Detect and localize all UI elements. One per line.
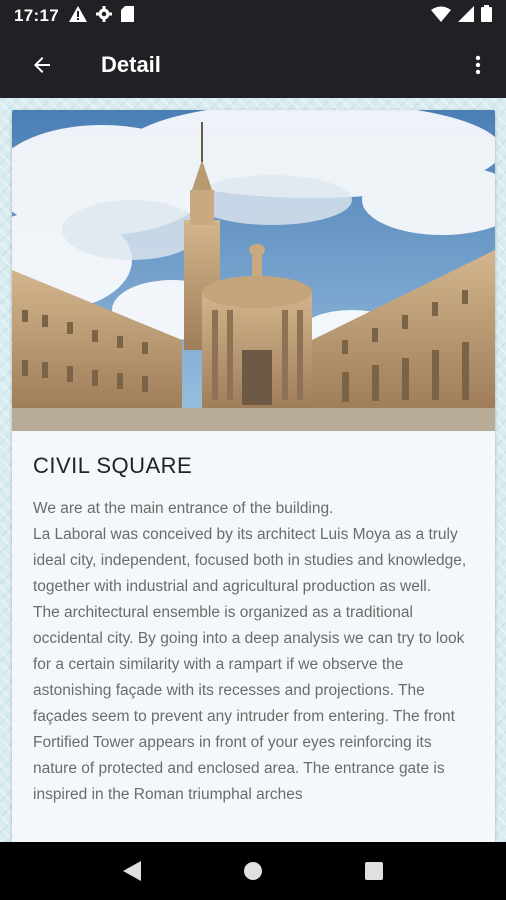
status-left-icons — [68, 5, 134, 27]
overflow-menu-button[interactable] — [456, 37, 500, 93]
detail-card: CIVIL SQUARE We are at the main entrance… — [12, 110, 495, 842]
warning-icon — [68, 5, 87, 27]
nav-recents-button[interactable] — [352, 849, 396, 893]
status-right-icons — [431, 5, 492, 27]
nav-back-button[interactable] — [110, 849, 154, 893]
signal-icon — [458, 5, 474, 27]
detail-paragraph: We are at the main entrance of the build… — [33, 500, 334, 517]
system-nav-bar — [0, 842, 506, 900]
detail-title: CIVIL SQUARE — [33, 453, 193, 478]
back-triangle-icon — [123, 861, 142, 881]
home-circle-icon — [243, 862, 262, 880]
back-button[interactable] — [14, 37, 70, 93]
sd-card-icon — [120, 5, 134, 27]
status-time: 17:17 — [14, 6, 59, 25]
battery-icon — [481, 5, 492, 27]
more-vert-icon — [475, 55, 481, 75]
detail-paragraph: La Laboral was conceived by its architec… — [33, 526, 467, 595]
recents-square-icon — [364, 862, 383, 880]
status-bar: 17:17 — [0, 0, 506, 32]
page-title: Detail — [101, 52, 161, 77]
detail-paragraph: The architectural ensemble is organized … — [33, 604, 465, 803]
detail-scroll-view[interactable]: CIVIL SQUARE We are at the main entrance… — [0, 98, 506, 842]
nav-home-button[interactable] — [231, 849, 275, 893]
detail-body: CIVIL SQUARE We are at the main entrance… — [12, 431, 495, 808]
wifi-icon — [431, 6, 451, 27]
app-bar: Detail — [0, 32, 506, 98]
hero-image — [12, 110, 495, 431]
settings-icon — [95, 5, 112, 27]
arrow-back-icon — [34, 57, 50, 73]
